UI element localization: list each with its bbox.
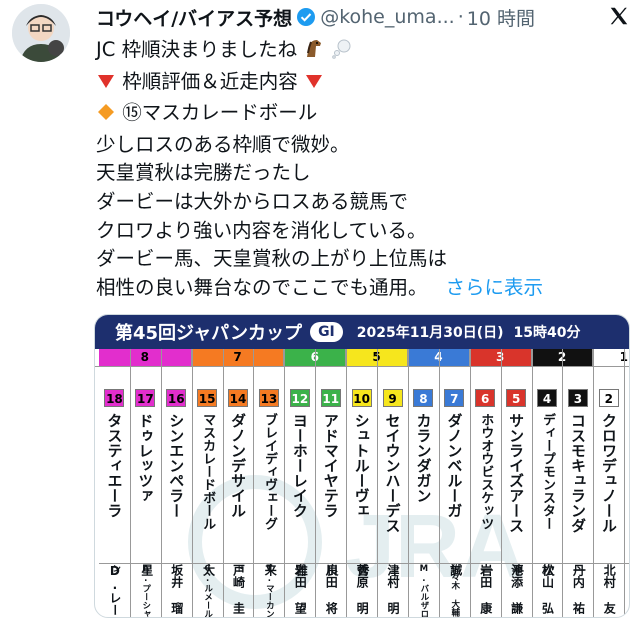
entry-column: 3 コスモキュランダ 丹内 祐次 <box>541 349 595 617</box>
horse-name: ホウオウビスケッツ <box>478 413 494 530</box>
entry-column: 7 ダノンベルーガ 佐々木 大輔 <box>438 349 471 617</box>
horse-name: アドマイヤテラ <box>321 413 340 518</box>
horse-name: ダノンデサイル <box>229 413 248 518</box>
tweet-line-9: 相性の良い舞台なのでここでも通用。 さらに表示 <box>96 275 544 299</box>
post-number: 17 <box>135 389 156 407</box>
post-number: 7 <box>444 389 465 407</box>
entry-column: 10 シュトルーヴェ 菅原 明良 <box>325 349 379 617</box>
entry-column: 4 ディープモンスター 松山 弘平 <box>510 349 564 617</box>
horse-name: タスティエーラ <box>105 413 124 518</box>
horse-emoji-icon <box>303 37 325 68</box>
post-number: 15 <box>197 389 218 407</box>
tweet-line-7: クロワより強い内容を消化している。 <box>96 218 427 242</box>
post-number: 12 <box>289 389 310 407</box>
post-number: 6 <box>475 389 496 407</box>
red-triangle-down-icon <box>96 71 116 100</box>
entry-column: 11 アドマイヤテラ 川田 将雅 <box>294 349 348 617</box>
tweet-line-5: 天皇賞秋は完勝だったし <box>96 161 311 185</box>
entry-column: 1ジャスティンパレスC.デムーロ <box>624 349 629 617</box>
race-title-bar: 第45回ジャパンカップ GⅠ 2025年11月30日(日) 15時40分 <box>95 315 629 349</box>
horse-name: シンエンペラー <box>167 413 186 518</box>
post-number: 5 <box>506 389 527 407</box>
horse-name: ジャスティンパレス <box>624 413 629 563</box>
horse-name: クロワデュノール <box>599 413 618 533</box>
x-logo-icon[interactable] <box>608 5 630 32</box>
post-number: 3 <box>567 389 588 407</box>
horse-name: ドゥレッツァ <box>136 413 155 503</box>
tweet-line-8: ダービー馬、天皇賞秋の上がり上位馬は <box>96 247 448 271</box>
author-name[interactable]: コウヘイ/バイアス予想 <box>96 4 292 31</box>
grade-badge: GⅠ <box>310 322 343 342</box>
entry-column: 8 カランダガン M.バルザローナ <box>389 349 440 617</box>
post-number: 16 <box>166 389 187 407</box>
red-triangle-down-icon <box>304 71 324 100</box>
post-number: 14 <box>228 389 249 407</box>
entry-column: 12 ヨーホーレイク 岩田 望来 <box>263 349 317 617</box>
entry-column: 2 クロワデュノール北村 友一 <box>572 349 626 617</box>
entry-column: 5 サンライズアース 池添 謙一 <box>480 349 533 617</box>
race-time: 15時40分 <box>513 325 581 341</box>
entry-column: 13 ブレイディヴェーグ T.マーカンド <box>234 349 286 617</box>
race-date: 2025年11月30日(日) <box>356 325 504 341</box>
horse-name: カランダガン <box>414 413 433 503</box>
post-number: 9 <box>382 389 403 407</box>
post-number: 4 <box>537 389 558 407</box>
jockey-name: 坂井 瑠星 <box>140 563 192 617</box>
thought-bubble-icon <box>331 37 353 68</box>
tweet-time[interactable]: 10 時間 <box>467 4 535 31</box>
horse-name: ブレイディヴェーグ <box>261 413 277 530</box>
tweet-line-4: 少しロスのある枠順で微妙。 <box>96 132 350 156</box>
entry-column: 17 ドゥレッツァ A.プーシャン <box>111 349 162 617</box>
post-number: 2 <box>598 389 619 407</box>
entry-column: 16 シンエンペラー坂井 瑠星 <box>140 349 193 617</box>
entry-column: 15 マスカレードボール C.ルメール <box>191 349 224 617</box>
tweet-header: コウヘイ/バイアス予想 @kohe_uma... · 10 時間 <box>96 2 632 32</box>
avatar[interactable] <box>12 4 70 62</box>
entry-column: 6 ホウオウビスケッツ 岩田 康誠 <box>449 349 502 617</box>
entry-column: 18タスティエーラD.レーン <box>99 349 131 617</box>
verified-badge-icon <box>296 7 316 27</box>
post-card-image[interactable]: 第45回ジャパンカップ GⅠ 2025年11月30日(日) 15時40分 JRA… <box>94 314 630 618</box>
tweet-line-1: JC 枠順決まりましたね <box>96 36 626 68</box>
separator-dot: · <box>457 6 464 28</box>
horse-name: ヨーホーレイク <box>290 413 309 518</box>
tweet-line-6: ダービーは大外からロスある競馬で <box>96 189 409 213</box>
post-number: 8 <box>413 389 434 407</box>
tweet-line-2: 枠順評価＆近走内容 <box>96 68 626 100</box>
jockey-name: M.バルザローナ <box>389 563 439 617</box>
horse-name: シュトルーヴェ <box>352 413 371 518</box>
post-number: 13 <box>258 389 279 407</box>
horse-name: ディープモンスター <box>540 413 556 530</box>
horse-name: サンライズアース <box>507 413 526 533</box>
jockey-name: 北村 友一 <box>572 563 625 617</box>
tweet-line-3: ⑮マスカレードボール <box>96 99 626 131</box>
post-number: 18 <box>104 389 125 407</box>
author-handle[interactable]: @kohe_uma... <box>320 6 455 28</box>
jockey-name: C.デムーロ <box>624 563 629 617</box>
entry-column: 14 ダノンデサイル 戸崎 圭太 <box>201 349 255 617</box>
post-number: 11 <box>320 389 341 407</box>
post-number: 10 <box>351 389 372 407</box>
race-title: 第45回ジャパンカップ <box>115 323 303 344</box>
horse-name: ダノンベルーガ <box>445 413 464 518</box>
orange-diamond-icon <box>96 102 116 131</box>
horse-name: コスモキュランダ <box>568 413 587 533</box>
horse-name: マスカレードボール <box>200 413 216 530</box>
post-position-table: JRA 87654321 18タスティエーラD.レーン17ドゥレッツァA.プーシ… <box>95 349 629 617</box>
tweet-text: JC 枠順決まりましたね 枠順評価＆近走内容 ⑮マスカレードボール 少しロスのあ… <box>96 36 626 302</box>
horse-name: セイウンハーデス <box>383 413 402 533</box>
show-more-link[interactable]: さらに表示 <box>446 276 544 299</box>
